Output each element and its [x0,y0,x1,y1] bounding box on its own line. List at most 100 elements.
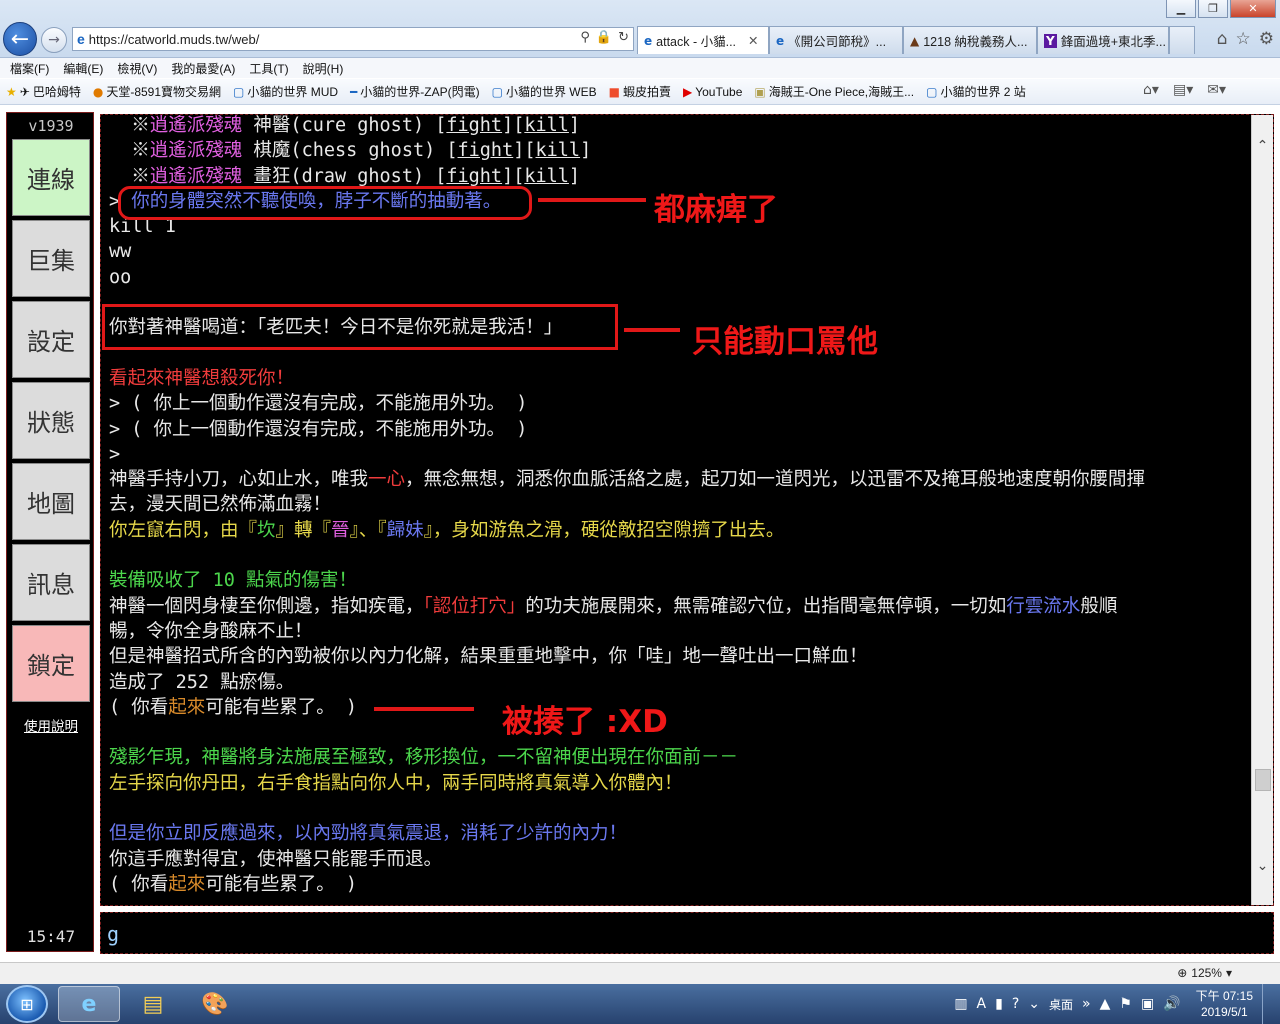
lock-button[interactable]: 鎖定 [12,625,90,702]
menu-tools[interactable]: 工具(T) [249,60,288,77]
tab-taxpayer[interactable]: ▲ 1218 納稅義務人... [903,26,1037,54]
terminal-link[interactable]: fight [446,166,502,187]
feeds-icon[interactable]: ▤▾ [1173,82,1193,98]
address-bar[interactable]: e https://catworld.muds.tw/web/ ⚲ 🔒 ↻ [72,27,634,51]
settings-button[interactable]: 設定 [12,301,90,378]
tab-company-tax[interactable]: e 《開公司節稅》... [769,26,903,54]
zoom-control[interactable]: ⊕ 125% ▾ [1177,966,1232,980]
menu-view[interactable]: 檢視(V) [117,60,157,77]
client-version: v1939 [28,117,74,135]
terminal-text: 坎 [257,519,276,541]
connect-button[interactable]: 連線 [12,139,90,216]
fav-catworld-mud[interactable]: ▢ 小貓的世界 MUD [233,83,338,100]
status-button[interactable]: 狀態 [12,382,90,459]
terminal-text: 神醫手持小刀，心如止水，唯我 [109,469,369,491]
help-icon[interactable]: ? [1012,996,1019,1012]
terminal-text: 逍遙派殘魂 [149,115,243,136]
terminal-link[interactable]: kill [524,115,569,136]
scroll-thumb[interactable] [1255,769,1271,791]
map-button[interactable]: 地圖 [12,463,90,540]
fav-catworld-2[interactable]: ▢ 小貓的世界 2 站 [926,83,1026,100]
terminal-text: oo [109,266,132,288]
terminal-text: 行雲流水 [1006,595,1081,617]
fav-catworld-web[interactable]: ▢ 小貓的世界 WEB [492,83,597,100]
terminal-text: ，無念無想，洞悉你血脈活絡之處，起刀如一道閃光，以迅雷不及掩耳般地速度朝你腰間揮 [405,469,1146,491]
terminal-text: ] [568,165,581,187]
terminal-output[interactable]: ※逍遙派殘魂 神醫(cure ghost) [fight][kill] ※逍遙派… [100,114,1274,906]
messages-button[interactable]: 訊息 [12,544,90,621]
ie-page-icon: e [77,31,85,47]
new-tab-button[interactable] [1169,26,1195,54]
input-method-icon[interactable]: A [977,996,987,1012]
search-icon[interactable]: ⚲ [580,30,590,45]
home-menu-icon[interactable]: ⌂▾ [1143,82,1159,98]
command-input-area [100,912,1274,954]
restore-icon[interactable]: ❐ [1198,0,1228,18]
taskbar-ie-icon[interactable]: e [58,986,120,1022]
mail-icon[interactable]: ✉▾ [1207,82,1226,98]
taskbar-clock[interactable]: 下午 07:15 2019/5/1 [1196,988,1253,1020]
terminal-text: 的功夫施展開來，無需確認穴位，出指間毫無停頓，一切如 [525,595,1007,617]
options-icon[interactable]: ⌄ [1028,996,1040,1012]
tab-attack[interactable]: e attack - 小貓... ✕ [637,26,769,54]
annotation-curse: 只能動口罵他 [692,324,878,360]
fav-onepiece[interactable]: ▣ 海賊王-One Piece,海賊王... [754,83,914,100]
taskbar-paint-icon[interactable]: 🎨 [184,986,246,1022]
volume-icon[interactable]: 🔊 [1163,996,1180,1012]
settings-gear-icon[interactable]: ⚙ [1259,29,1274,49]
fav-shopee[interactable]: ■ 蝦皮拍賣 [609,83,671,100]
menu-help[interactable]: 說明(H) [303,60,344,77]
macro-button[interactable]: 巨集 [12,220,90,297]
terminal-link[interactable]: fight [458,140,514,161]
forward-arrow-icon[interactable]: → [41,27,67,53]
lock-icon[interactable]: 🔒 [596,30,612,45]
fav-8591[interactable]: ● 天堂-8591寶物交易網 [93,83,221,100]
network-icon[interactable]: ▣ [1141,996,1154,1012]
terminal-text: 晉 [331,519,350,541]
menu-bar: 檔案(F) 編輯(E) 檢視(V) 我的最愛(A) 工具(T) 說明(H) [0,58,1280,78]
scroll-up-icon[interactable]: ⌃ [1252,135,1273,157]
minimize-icon[interactable]: ▁ [1166,0,1196,18]
terminal-link[interactable]: kill [524,166,569,187]
tray-expand-icon[interactable]: ▲ [1100,996,1111,1012]
star-icon: ★ [6,84,17,99]
help-link[interactable]: 使用說明 [7,715,95,735]
command-input[interactable] [107,921,1207,947]
page-icon: ▢ [491,84,503,99]
terminal-link[interactable]: kill [536,140,581,161]
show-desktop-button[interactable] [1262,984,1274,1024]
keyboard-icon[interactable]: ▮ [995,996,1003,1012]
terminal-text: 暢，令你全身酸麻不止！ [109,620,313,642]
terminal-link[interactable]: fight [446,115,502,136]
address-tools: ⚲ 🔒 ↻ [580,30,629,45]
terminal-text: 』、『 [349,519,387,541]
address-url[interactable]: https://catworld.muds.tw/web/ [89,32,260,47]
back-arrow-icon[interactable]: ← [3,22,37,56]
menu-file[interactable]: 檔案(F) [10,60,49,77]
terminal-text: 』，身如游魚之滑，硬從敵招空隙擠了出去。 [423,519,785,541]
toolbar-more-icon[interactable]: » [1082,996,1091,1012]
terminal-line: ww [109,239,1245,264]
fav-youtube[interactable]: ▶ YouTube [683,85,742,99]
tab-label: 鋒面過境+東北季... [1060,35,1166,49]
windows-start-icon[interactable]: ⊞ [6,985,48,1023]
scroll-down-icon[interactable]: ⌄ [1252,855,1273,877]
favorites-star-icon[interactable]: ☆ [1236,29,1251,49]
desktop-toolbar-label[interactable]: 桌面 [1049,996,1073,1013]
tab-close-icon[interactable]: ✕ [748,33,758,48]
taskbar-date: 2019/5/1 [1200,1005,1248,1019]
tab-weather[interactable]: Y 鋒面過境+東北季... [1037,26,1169,54]
taskbar-explorer-icon[interactable]: ▤ [122,986,184,1022]
menu-favorites[interactable]: 我的最愛(A) [171,60,235,77]
action-center-flag-icon[interactable]: ⚑ [1119,996,1132,1012]
refresh-icon[interactable]: ↻ [618,30,629,45]
office-icon[interactable]: ▥ [954,996,967,1012]
terminal-scrollbar[interactable]: ⌃ ⌄ [1251,115,1273,905]
home-icon[interactable]: ⌂ [1217,29,1228,49]
close-window-icon[interactable]: ✕ [1230,0,1276,18]
fav-bahamut[interactable]: ★ ✈ 巴哈姆特 [6,83,81,100]
menu-edit[interactable]: 編輯(E) [63,60,103,77]
browser-statusbar: ⊕ 125% ▾ [0,962,1280,984]
fav-catworld-zap[interactable]: ━ 小貓的世界-ZAP(閃電) [350,83,480,100]
